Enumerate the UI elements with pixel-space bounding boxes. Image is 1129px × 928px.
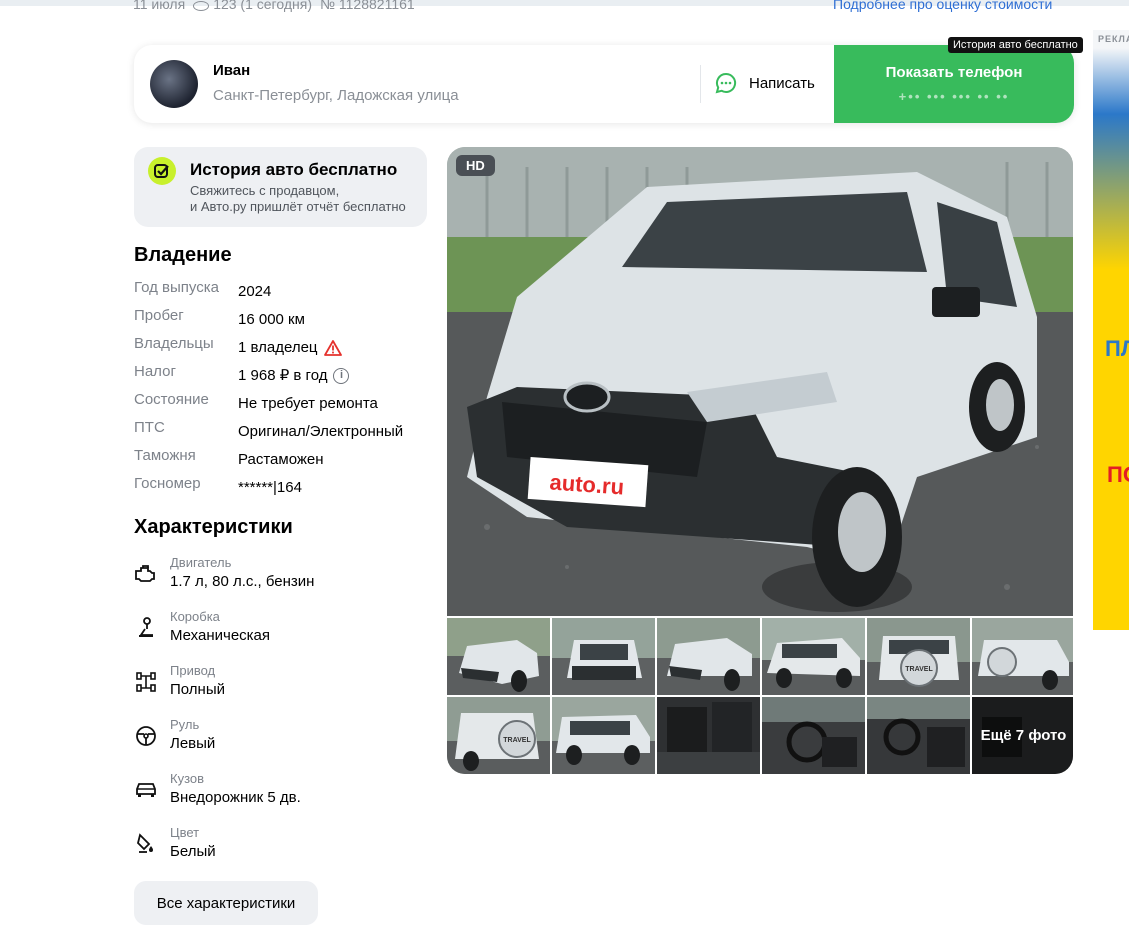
car-body-icon: [136, 783, 156, 797]
spec-engine: Двигатель 1.7 л, 80 л.с., бензин: [134, 554, 434, 608]
info-icon[interactable]: i: [333, 368, 350, 384]
more-photos-overlay[interactable]: Ещё 7 фото: [972, 697, 1073, 774]
gearbox-icon: [139, 617, 153, 637]
svg-text:TRAVEL: TRAVEL: [503, 737, 531, 744]
engine-icon: [135, 565, 155, 582]
seller-card: Иван Санкт-Петербург, Ладожская улица На…: [134, 45, 1074, 123]
thumbnail[interactable]: TRAVEL: [447, 697, 550, 774]
row-plate: Госномер ******|164: [134, 475, 302, 496]
listing-date: 11 июля: [133, 0, 186, 12]
svg-text:TRAVEL: TRAVEL: [905, 666, 933, 673]
row-condition: Состояние Не требует ремонта: [134, 391, 378, 412]
write-message-label: Написать: [749, 74, 815, 92]
photo-gallery: auto.ru HD TRAVEL TRAVEL Ещё 7 фото: [447, 147, 1073, 774]
phone-mask: +•• ••• ••• •• ••: [898, 89, 1010, 104]
spec-color: Цвет Белый: [134, 824, 434, 878]
row-tax: Налог 1 968 ₽ в год i: [134, 362, 434, 390]
row-customs: Таможня Растаможен: [134, 447, 324, 468]
show-phone-label: Показать телефон: [885, 64, 1023, 81]
thumbnail[interactable]: Ещё 7 фото: [972, 697, 1073, 774]
ad-text: ПО: [1107, 462, 1129, 487]
row-year: Год выпуска 2024: [134, 279, 272, 300]
thumbnail[interactable]: [657, 697, 760, 774]
plate-text: auto.ru: [549, 469, 625, 499]
views-count: 123 (1 сегодня): [193, 0, 312, 12]
hd-badge: HD: [456, 155, 495, 176]
listing-meta: 11 июля 123 (1 сегодня) № 1128821161: [133, 0, 415, 12]
thumbnail[interactable]: [657, 618, 760, 695]
row-mileage: Пробег 16 000 км: [134, 307, 305, 328]
car-photo-illustration: auto.ru: [447, 147, 1073, 616]
drivetrain-icon: [136, 672, 156, 692]
thumbnail[interactable]: [972, 618, 1073, 695]
divider: [700, 65, 701, 103]
ad-text: ПЛ: [1105, 336, 1129, 361]
avatar[interactable]: [150, 60, 198, 108]
history-card[interactable]: История авто бесплатно Свяжитесь с прода…: [134, 147, 427, 227]
show-phone-button[interactable]: Показать телефон +•• ••• ••• •• ••: [834, 45, 1074, 123]
check-report-icon: [148, 157, 176, 185]
thumbnail[interactable]: [552, 618, 655, 695]
thumbnail[interactable]: [762, 618, 865, 695]
specs-list: Двигатель 1.7 л, 80 л.с., бензин Коробка М…: [134, 554, 434, 878]
history-tooltip: История авто бесплатно: [948, 37, 1083, 53]
thumbnail[interactable]: [552, 697, 655, 774]
price-evaluation-link[interactable]: Подробнее про оценку стоимости: [833, 0, 1052, 12]
warning-icon[interactable]: [323, 340, 342, 356]
specs-title: Характеристики: [134, 516, 293, 538]
chat-icon: [715, 72, 737, 94]
ownership-list: Год выпуска 2024 Пробег 16 000 км Владельц…: [134, 278, 434, 502]
history-title: История авто бесплатно: [190, 160, 398, 179]
thumbnail-strip: TRAVEL TRAVEL Ещё 7 фото: [447, 618, 1073, 774]
steering-wheel-icon: [136, 726, 156, 746]
spec-drive: Привод Полный: [134, 662, 434, 716]
ad-label: РЕКЛАМА: [1098, 34, 1129, 44]
eye-icon: [193, 1, 210, 11]
ownership-title: Владение: [134, 244, 232, 266]
history-subtitle: Свяжитесь с продавцом, и Авто.ру пришлёт…: [190, 183, 406, 214]
row-pts: ПТС Оригинал/Электронный: [134, 419, 404, 440]
thumbnail[interactable]: [762, 697, 865, 774]
thumbnail[interactable]: TRAVEL: [867, 618, 970, 695]
thumbnail[interactable]: [447, 618, 550, 695]
color-palette-icon: [137, 833, 153, 853]
thumbnail[interactable]: [867, 697, 970, 774]
main-photo[interactable]: auto.ru HD: [447, 147, 1073, 616]
seller-name[interactable]: Иван: [213, 62, 250, 79]
spec-gearbox: Коробка Механическая: [134, 608, 434, 662]
spec-body: Кузов Внедорожник 5 дв.: [134, 770, 434, 824]
all-specs-button[interactable]: Все характеристики: [134, 881, 318, 925]
spec-steering: Руль Левый: [134, 716, 434, 770]
ad-banner[interactable]: РЕКЛАМА ПЛ ПО: [1093, 30, 1129, 630]
row-owners: Владельцы 1 владелец: [134, 334, 434, 362]
write-message-button[interactable]: Написать: [715, 72, 815, 94]
seller-location: Санкт-Петербург, Ладожская улица: [213, 87, 459, 104]
listing-number: № 1128821161: [319, 0, 415, 12]
